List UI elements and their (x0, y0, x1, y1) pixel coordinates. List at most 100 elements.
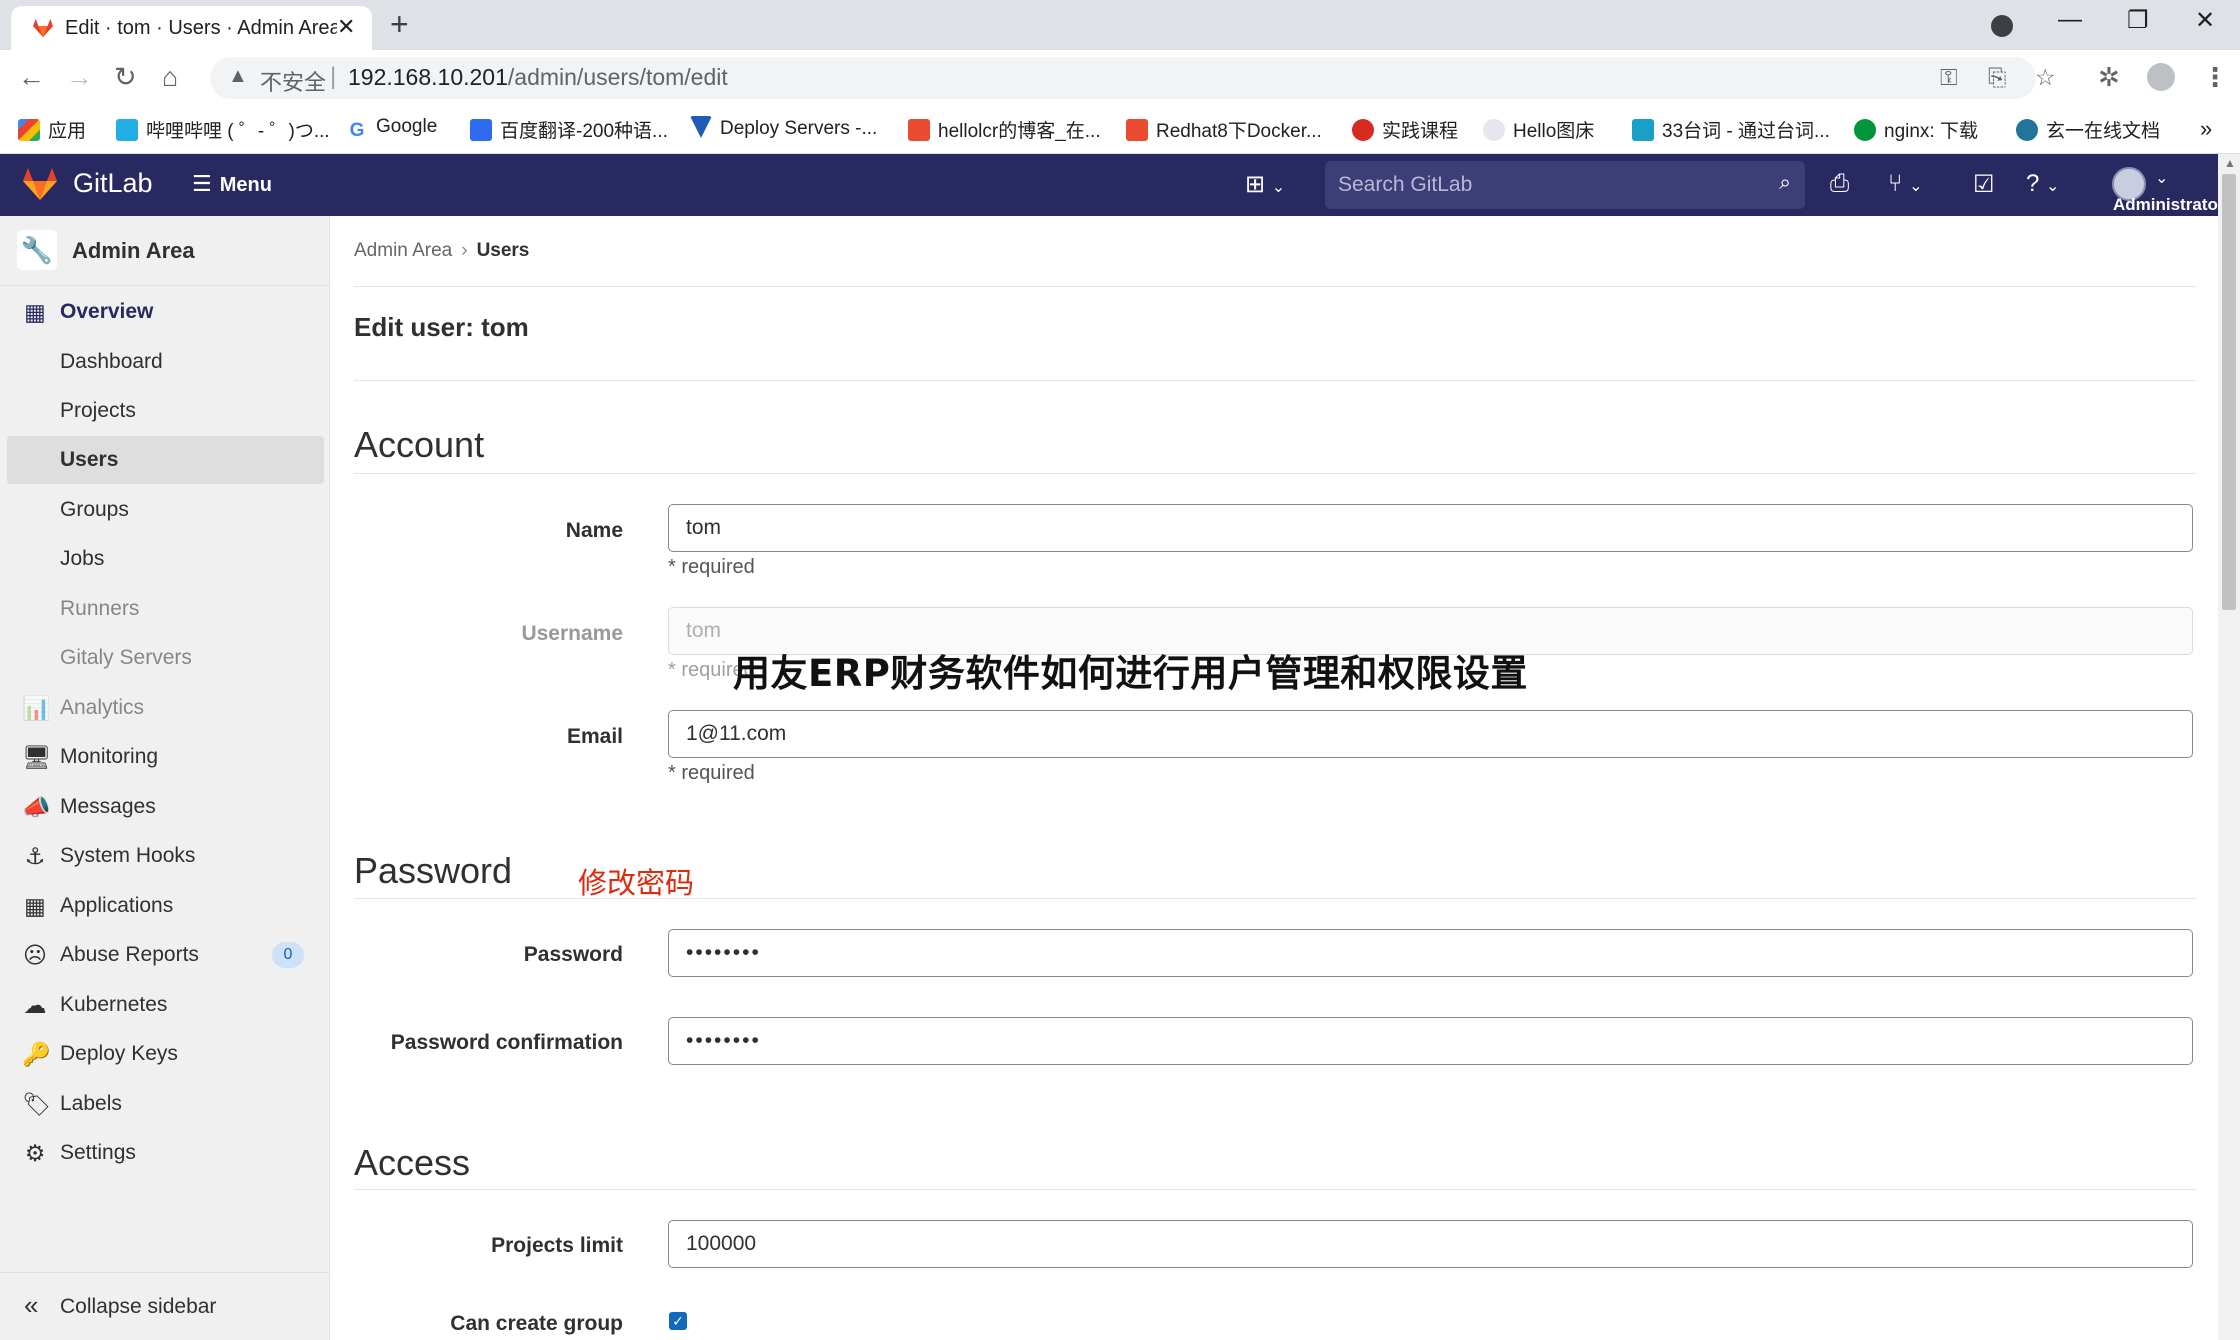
url-text[interactable]: 192.168.10.201/admin/users/tom/edit (348, 64, 728, 91)
bookmark-label: nginx: 下载 (1884, 121, 1978, 142)
page-scrollbar[interactable]: ▲ (2218, 154, 2240, 1340)
bookmark-bilibili[interactable]: 哔哩哔哩 ( ゜- ゜)つ... (116, 116, 330, 143)
bookmark-deploy-servers[interactable]: Deploy Servers -... (690, 116, 877, 140)
password-key-icon[interactable]: ⚿ (1940, 64, 1958, 91)
bookmark-xuanyi-docs[interactable]: 玄一在线文档 (2016, 116, 2160, 143)
menu-label: Menu (219, 174, 272, 196)
divider (354, 898, 2197, 899)
bookmark-practice-course[interactable]: 实践课程 (1352, 116, 1458, 143)
home-icon[interactable]: ⌂ (162, 62, 178, 93)
reload-icon[interactable]: ↻ (114, 62, 137, 93)
search-input[interactable]: Search GitLab ⌕ (1325, 161, 1805, 209)
can-create-group-checkbox[interactable]: ✓ (669, 1312, 687, 1330)
sidebar-item-groups[interactable]: Groups (0, 486, 330, 534)
password-field[interactable] (668, 929, 2193, 977)
menu-button[interactable]: ☰ Menu (192, 171, 272, 197)
projects-limit-label: Projects limit (491, 1234, 623, 1257)
email-required-hint: * required (668, 762, 755, 784)
sidebar-item-deploy-keys[interactable]: 🔑 Deploy Keys (0, 1030, 330, 1078)
sidebar-item-label: Monitoring (60, 745, 159, 768)
scrollbar-thumb[interactable] (2222, 174, 2236, 610)
back-icon[interactable]: ← (18, 62, 45, 93)
chevron-down-icon[interactable]: ⌄ (2155, 168, 2168, 188)
sidebar-item-abuse-reports[interactable]: ☹ Abuse Reports 0 (0, 931, 330, 979)
bookmark-google[interactable]: G Google (346, 116, 437, 142)
password-label: Password (523, 943, 623, 966)
address-bar[interactable]: ▲ 不安全 | 192.168.10.201/admin/users/tom/e… (210, 57, 2056, 99)
sidebar-item-monitoring[interactable]: 🖥 Monitoring (0, 733, 330, 781)
sidebar-item-labels[interactable]: 🏷 Labels (0, 1080, 330, 1128)
minimize-icon[interactable]: — (2058, 6, 2082, 34)
bookmark-hello-tuchuang[interactable]: Hello图床 (1483, 116, 1594, 143)
email-label: Email (566, 725, 623, 748)
tab-search-icon[interactable] (1991, 15, 2013, 37)
hook-icon: ⚓ (24, 843, 46, 869)
change-password-annotation: 修改密码 (578, 868, 695, 900)
gitlab-brand[interactable]: GitLab (73, 168, 153, 199)
sidebar-item-runners[interactable]: Runners (0, 585, 330, 633)
sidebar-item-projects[interactable]: Projects (0, 387, 330, 435)
extensions-icon[interactable]: ✲ (2098, 62, 2120, 93)
restore-icon[interactable]: ❐ (2127, 6, 2149, 35)
label-icon: 🏷 (22, 1091, 52, 1117)
bookmark-nginx[interactable]: nginx: 下载 (1854, 116, 1978, 143)
projects-limit-field[interactable] (668, 1220, 2193, 1268)
sidebar-item-system-hooks[interactable]: ⚓ System Hooks (0, 832, 330, 880)
sidebar-context-header[interactable]: 🔧 Admin Area (0, 216, 330, 286)
wordpress-icon (2016, 119, 2038, 141)
breadcrumb-users[interactable]: Users (477, 240, 530, 261)
sidebar-item-label: Messages (60, 795, 156, 818)
warning-icon[interactable]: ▲ (228, 65, 248, 88)
bookmark-star-icon[interactable]: ☆ (2035, 64, 2056, 91)
sidebar-item-dashboard[interactable]: Dashboard (0, 338, 330, 386)
new-tab-icon[interactable]: + (390, 6, 409, 43)
name-field[interactable] (668, 504, 2193, 552)
bookmark-baidu-translate[interactable]: 百度翻译-200种语... (470, 116, 668, 143)
nginx-icon (1854, 119, 1876, 141)
user-name-label[interactable]: Administrato (2113, 195, 2218, 215)
bookmark-apps[interactable]: 应用 (18, 116, 86, 143)
more-bookmarks-icon[interactable]: » (2200, 116, 2212, 142)
help-icon: ? (2026, 170, 2040, 197)
url-host: 192.168.10.201 (348, 64, 508, 90)
username-label: Username (521, 622, 623, 645)
bookmark-33-taici[interactable]: 33台词 - 通过台词... (1632, 116, 1830, 143)
breadcrumb-admin-area[interactable]: Admin Area (354, 240, 452, 261)
profile-avatar-icon[interactable] (2147, 63, 2175, 91)
gitlab-logo-icon[interactable] (22, 167, 58, 201)
sidebar-item-users[interactable]: Users (7, 436, 324, 484)
sidebar-item-jobs[interactable]: Jobs (0, 535, 330, 583)
forward-icon[interactable]: → (66, 62, 93, 93)
chevron-down-icon: ⌄ (2046, 178, 2060, 195)
sidebar-item-gitaly-servers[interactable]: Gitaly Servers (0, 634, 330, 682)
sidebar-item-overview[interactable]: ▦ Overview (0, 288, 330, 336)
bookmark-hellolcr[interactable]: hellolcr的博客_在... (908, 116, 1101, 143)
todos-icon[interactable]: ☑ (1973, 170, 1995, 199)
close-window-icon[interactable]: ✕ (2195, 6, 2215, 35)
help-dropdown[interactable]: ? ⌄ (2026, 170, 2059, 198)
scroll-up-icon[interactable]: ▲ (2224, 156, 2236, 170)
bookmark-label: Redhat8下Docker... (1156, 121, 1322, 142)
insecure-label[interactable]: 不安全 (260, 65, 326, 97)
close-tab-icon[interactable]: ✕ (337, 14, 355, 40)
bookmark-label: hellolcr的博客_在... (938, 121, 1101, 142)
tab-title: Edit · tom · Users · Admin Area (65, 17, 337, 39)
collapse-sidebar-button[interactable]: « Collapse sidebar (0, 1272, 330, 1340)
sidebar-item-settings[interactable]: ⚙ Settings (0, 1129, 330, 1177)
bookmark-redhat-docker[interactable]: Redhat8下Docker... (1126, 116, 1322, 143)
sidebar-item-kubernetes[interactable]: ☁ Kubernetes (0, 981, 330, 1029)
browser-tab[interactable]: Edit · tom · Users · Admin Area ✕ (11, 6, 372, 50)
email-field[interactable] (668, 710, 2193, 758)
sidebar-item-messages[interactable]: 📣 Messages (0, 783, 330, 831)
translate-icon[interactable]: ⎘ (1988, 64, 2006, 91)
new-item-dropdown[interactable]: ⊞ ⌄ (1245, 170, 1285, 199)
browser-menu-icon[interactable]: ⋮ (2202, 62, 2228, 93)
csdn-icon (1126, 119, 1148, 141)
sidebar-item-applications[interactable]: ▦ Applications (0, 882, 330, 930)
merge-requests-dropdown[interactable]: ⑂ ⌄ (1888, 170, 1922, 198)
sidebar-item-analytics[interactable]: 📊 Analytics (0, 684, 330, 732)
password-confirmation-field[interactable] (668, 1017, 2193, 1065)
sidebar-item-label: Jobs (60, 547, 105, 570)
issues-icon[interactable]: ⎙ (1830, 170, 1849, 198)
divider (354, 473, 2197, 474)
